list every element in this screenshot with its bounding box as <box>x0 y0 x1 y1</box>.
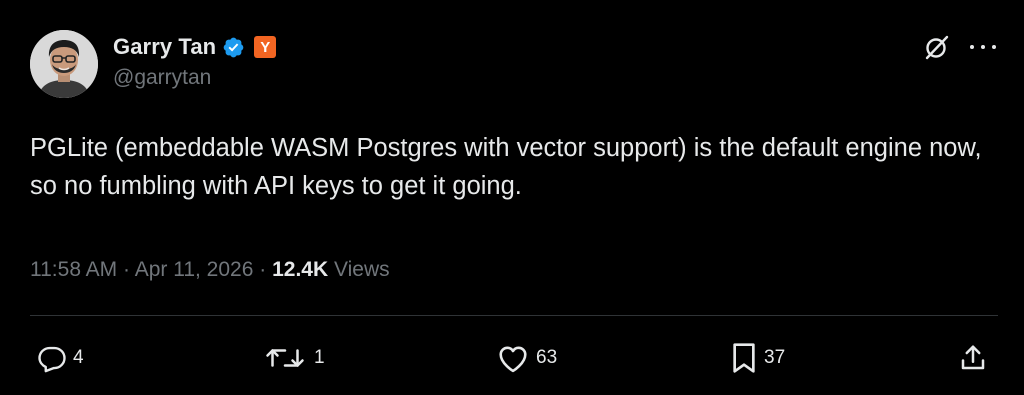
meta-separator: · <box>259 258 267 281</box>
verified-badge-icon[interactable] <box>222 36 245 59</box>
share-icon <box>961 345 985 370</box>
bookmark-icon <box>733 343 755 373</box>
author-display-name[interactable]: Garry Tan <box>113 34 216 60</box>
repost-count: 1 <box>314 347 325 368</box>
dot <box>981 45 985 49</box>
reply-count: 4 <box>73 347 84 368</box>
like-count: 63 <box>536 347 558 368</box>
views-count: 12.4K <box>272 258 329 281</box>
tweet-text: PGLite (embeddable WASM Postgres with ve… <box>30 134 982 200</box>
author-name-row: Garry Tan Y <box>113 33 277 61</box>
like-button[interactable]: 63 <box>496 340 557 376</box>
tweet-time[interactable]: 11:58 AM <box>30 258 117 281</box>
avatar-image <box>30 30 98 98</box>
tweet-date[interactable]: Apr 11, 2026 <box>135 258 254 281</box>
share-button[interactable] <box>958 340 988 376</box>
author-handle[interactable]: @garrytan <box>113 66 211 90</box>
affiliate-badge[interactable]: Y <box>254 36 277 58</box>
reply-button[interactable]: 4 <box>37 340 84 376</box>
more-options-icon[interactable] <box>970 35 996 59</box>
meta-separator: · <box>123 258 131 281</box>
dot <box>992 45 996 49</box>
dot <box>970 45 974 49</box>
bookmark-count: 37 <box>764 347 786 368</box>
divider <box>30 315 998 316</box>
grok-icon[interactable] <box>924 34 950 60</box>
reply-icon <box>38 346 66 373</box>
bookmark-button[interactable]: 37 <box>730 340 785 376</box>
views-label: Views <box>333 258 390 281</box>
avatar[interactable] <box>30 30 98 98</box>
repost-button[interactable]: 1 <box>262 340 325 376</box>
tweet-meta: 11:58 AM · Apr 11, 2026 · 12.4K Views <box>30 258 390 282</box>
repost-icon <box>266 349 304 367</box>
heart-icon <box>499 346 527 373</box>
